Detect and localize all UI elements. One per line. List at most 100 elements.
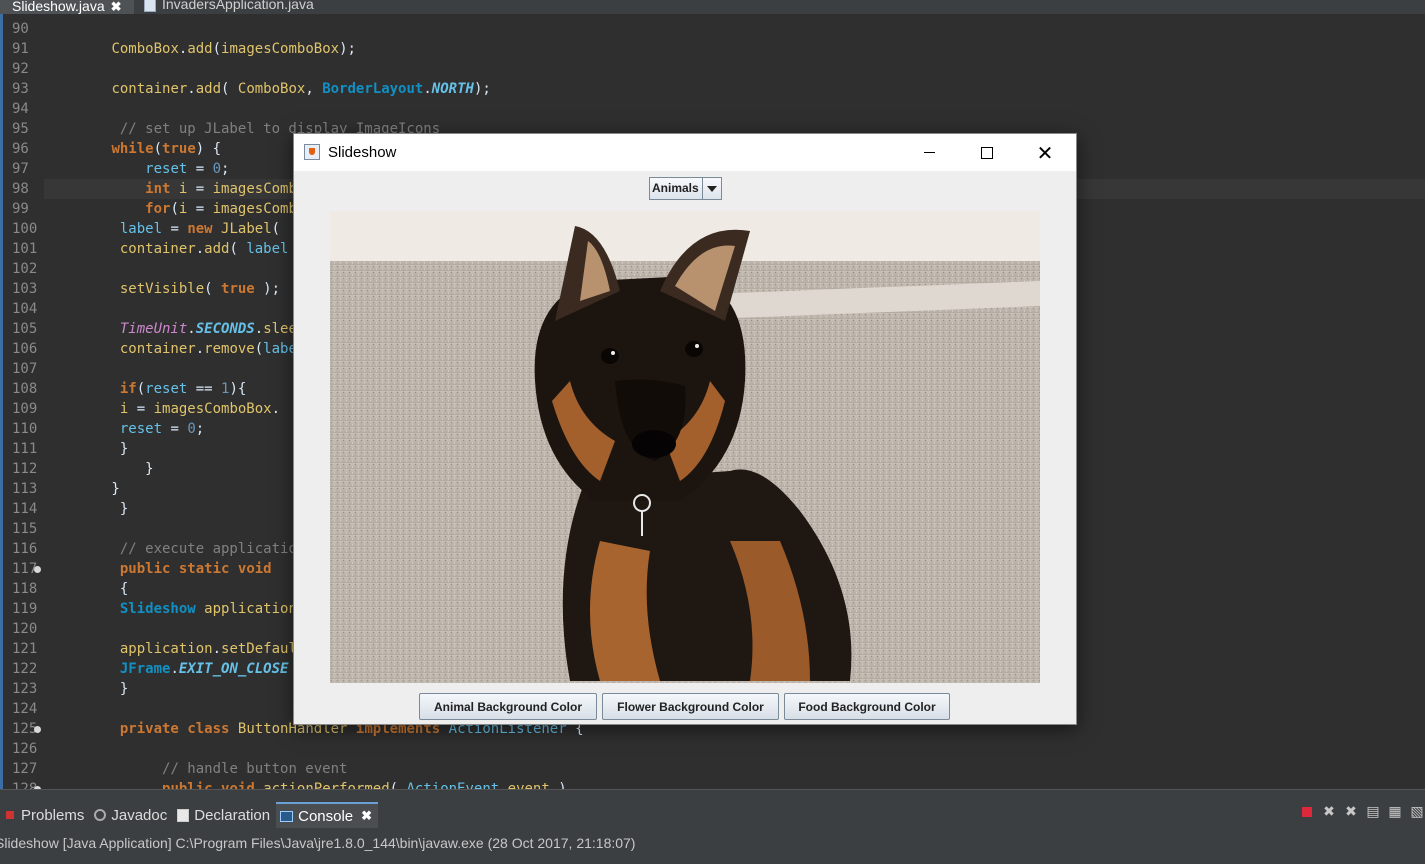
tab-declaration[interactable]: Declaration	[173, 802, 276, 828]
fold-toggle-icon[interactable]	[34, 566, 41, 573]
code-token: {	[44, 581, 129, 597]
code-line[interactable]: Slideshow application	[44, 599, 297, 619]
tab-console[interactable]: Console ✖	[276, 802, 379, 828]
code-token: (	[204, 281, 222, 297]
code-token: );	[254, 281, 281, 297]
chevron-down-icon[interactable]	[702, 178, 721, 199]
code-line[interactable]: }	[44, 439, 128, 459]
code-line[interactable]: JFrame.EXIT_ON_CLOSE	[44, 659, 289, 679]
tab-javadoc[interactable]: Javadoc	[90, 802, 173, 828]
code-line[interactable]: public static void	[44, 559, 272, 579]
code-line[interactable]: while(true) {	[44, 139, 221, 159]
code-line[interactable]: // handle button event	[44, 759, 347, 779]
code-line[interactable]: reset = 0;	[44, 419, 204, 439]
minimize-button[interactable]	[906, 134, 952, 171]
line-number: 119	[12, 601, 38, 617]
code-line[interactable]: container.add( ComboBox, BorderLayout.NO…	[44, 79, 490, 99]
code-line[interactable]: public void actionPerformed( ActionEvent…	[44, 779, 567, 789]
code-token: .	[254, 321, 264, 337]
code-line[interactable]: }	[44, 499, 128, 519]
code-token: ActionEvent	[406, 781, 500, 789]
code-token: .	[423, 81, 432, 97]
code-token: EXIT_ON_CLOSE	[178, 661, 289, 677]
tab-label: Console	[298, 807, 354, 825]
code-token: =	[187, 201, 213, 217]
close-icon[interactable]: ✖	[361, 808, 372, 824]
remove-all-icon[interactable]: ✖	[1343, 804, 1359, 820]
tab-close-icon[interactable]: ✖	[111, 0, 122, 14]
line-number: 95	[12, 121, 29, 137]
code-line[interactable]: }	[44, 679, 128, 699]
code-line[interactable]: label = new JLabel(	[44, 219, 280, 239]
code-line[interactable]: {	[44, 579, 128, 599]
line-number: 115	[12, 521, 38, 537]
code-line[interactable]: }	[44, 459, 153, 479]
java-app-icon	[304, 144, 320, 160]
close-icon: ✕	[1036, 140, 1054, 165]
code-line[interactable]: i = imagesComboBox.	[44, 399, 280, 419]
scroll-lock-icon[interactable]: ▤	[1365, 804, 1381, 820]
code-token: ){	[229, 381, 247, 397]
maximize-icon	[981, 146, 993, 159]
bottom-views-panel: Problems Javadoc Declaration Console ✖ ✖…	[0, 789, 1425, 864]
window-title: Slideshow	[328, 144, 397, 161]
tab-slideshow-java[interactable]: Slideshow.java ✖	[0, 0, 134, 14]
line-number: 121	[12, 641, 38, 657]
code-token: (	[221, 81, 238, 97]
close-button[interactable]: ✕	[1022, 134, 1068, 171]
line-number: 97	[12, 161, 29, 177]
code-token: ,	[305, 81, 323, 97]
code-line[interactable]: TimeUnit.SECONDS.sleep	[44, 319, 305, 339]
code-token: event	[507, 781, 550, 789]
fold-toggle-icon[interactable]	[34, 726, 41, 733]
code-line[interactable]: }	[44, 479, 119, 499]
code-line[interactable]: setVisible( true );	[44, 279, 280, 299]
food-background-color-button[interactable]: Food Background Color	[784, 693, 950, 720]
code-token: ;	[221, 161, 230, 177]
code-token: }	[44, 441, 129, 457]
code-token: // execute application	[119, 541, 306, 557]
line-number: 124	[12, 701, 38, 717]
images-combo-box[interactable]: Animals	[649, 177, 722, 200]
code-line[interactable]: container.add( label	[44, 239, 289, 259]
code-token: ) {	[195, 141, 222, 157]
line-number: 106	[12, 341, 38, 357]
window-title-bar[interactable]: Slideshow ✕	[294, 134, 1076, 171]
pin-console-icon[interactable]: ▧	[1409, 804, 1425, 820]
code-line[interactable]: if(reset == 1){	[44, 379, 246, 399]
code-token: =	[162, 421, 188, 437]
code-token: 0	[212, 161, 222, 177]
maximize-button[interactable]	[964, 134, 1010, 171]
code-token: (	[212, 41, 222, 57]
code-token: (	[254, 341, 264, 357]
java-file-icon	[144, 0, 156, 12]
remove-launch-icon[interactable]: ✖	[1321, 804, 1337, 820]
show-console-icon[interactable]: ▦	[1387, 804, 1403, 820]
flower-background-color-button[interactable]: Flower Background Color	[602, 693, 779, 720]
code-token: ComboBox	[237, 81, 306, 97]
code-line[interactable]: ComboBox.add(imagesComboBox);	[44, 39, 355, 59]
code-token: static	[178, 561, 230, 577]
slideshow-window[interactable]: Slideshow ✕ Animals Animal Background Co…	[293, 133, 1077, 725]
code-line[interactable]: container.remove(label	[44, 339, 305, 359]
line-number: 99	[12, 201, 29, 217]
console-process-label: Slideshow [Java Application] C:\Program …	[0, 835, 636, 851]
code-token: NORTH	[431, 81, 474, 97]
code-line[interactable]: reset = 0;	[44, 159, 229, 179]
code-token: add	[204, 241, 230, 257]
code-line[interactable]: // execute application	[44, 539, 305, 559]
animal-background-color-button[interactable]: Animal Background Color	[419, 693, 597, 720]
tab-problems[interactable]: Problems	[0, 802, 90, 828]
terminate-icon[interactable]	[1299, 804, 1315, 820]
tab-invaders-application-java[interactable]: InvadersApplication.java	[140, 0, 314, 14]
code-token: =	[187, 161, 213, 177]
line-number: 113	[12, 481, 38, 497]
